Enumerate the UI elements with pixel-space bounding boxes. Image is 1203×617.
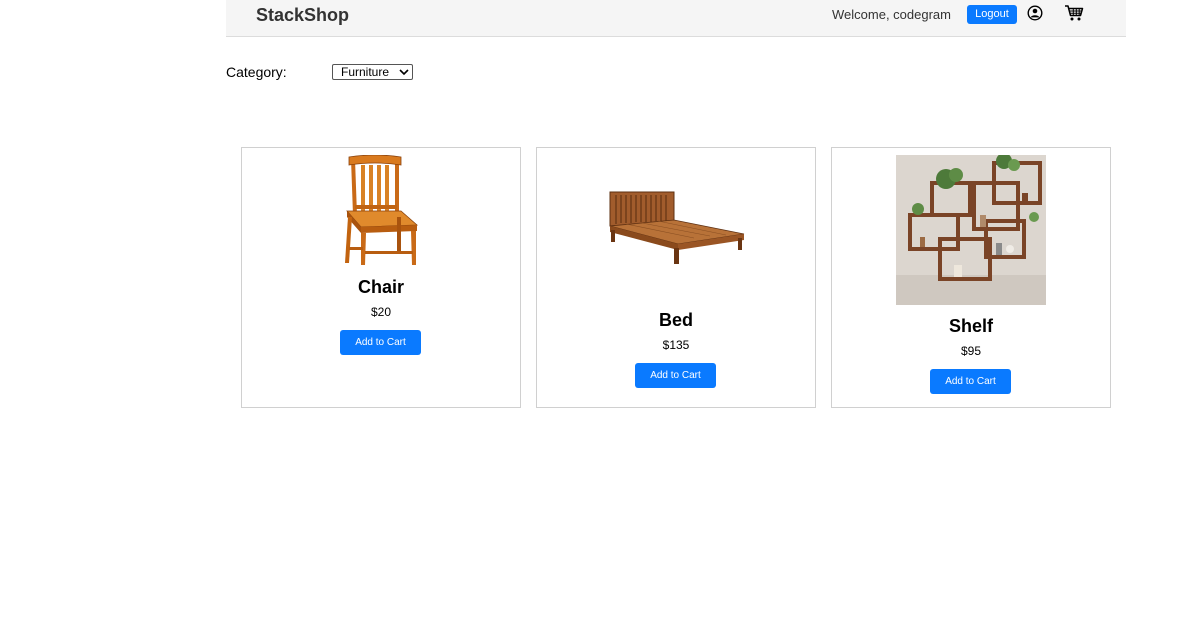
product-name: Chair [357,277,404,297]
product-image-wrap [242,155,520,267]
add-to-cart-button[interactable]: Add to Cart [635,363,716,388]
category-select[interactable]: Furniture [332,64,413,80]
user-circle-icon[interactable] [1027,5,1043,21]
product-card: Bed $135 Add to Cart [536,147,816,408]
shopping-cart-icon[interactable] [1064,4,1084,22]
chevron-down-icon [399,69,409,76]
welcome-text: Welcome, codegram [832,7,951,22]
add-to-cart-button[interactable]: Add to Cart [930,369,1011,394]
product-price: $95 [960,344,982,358]
bed-image [606,186,746,268]
category-select-value: Furniture [341,65,390,79]
add-to-cart-button[interactable]: Add to Cart [340,330,421,355]
product-image-wrap [832,155,1110,305]
chair-image [341,155,421,267]
product-price: $135 [662,338,690,352]
product-card: Chair $20 Add to Cart [241,147,521,408]
category-label: Category: [226,64,287,80]
logout-button[interactable]: Logout [967,5,1017,24]
brand-logo[interactable]: StackShop [256,5,349,26]
product-card: Shelf $95 Add to Cart [831,147,1111,408]
product-name: Bed [658,310,693,330]
page: StackShop Welcome, codegram Logout Categ… [0,0,1203,617]
product-price: $20 [370,305,392,319]
shelf-image [896,155,1046,305]
product-image-wrap [537,186,815,268]
top-navbar: StackShop Welcome, codegram Logout [226,0,1126,37]
product-name: Shelf [948,316,993,336]
